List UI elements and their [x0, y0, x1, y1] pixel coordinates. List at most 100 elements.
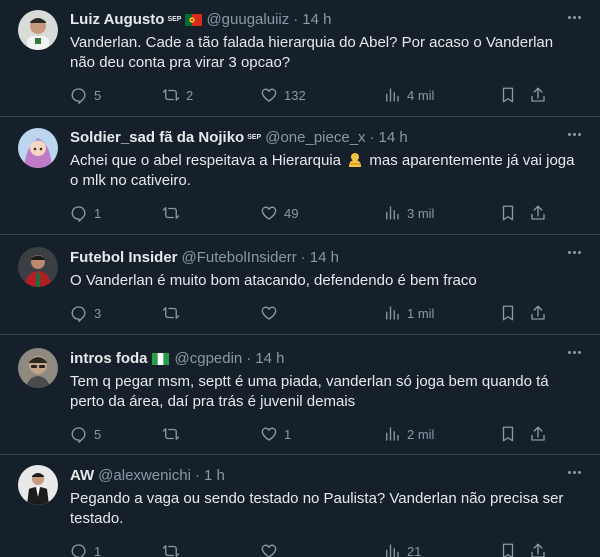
tweet[interactable]: Soldier_sad fã da Nojiko SEP @one_piece_…	[0, 117, 600, 235]
like-count: 132	[284, 87, 306, 103]
more-icon[interactable]	[564, 345, 584, 359]
bookmark-button[interactable]	[499, 425, 529, 443]
more-icon[interactable]	[564, 465, 584, 479]
views-button[interactable]: 21	[383, 542, 499, 557]
retweet-button[interactable]	[162, 204, 260, 222]
views-button[interactable]: 2 mil	[383, 425, 499, 443]
tweet-text: Achei que o abel respeitava a Hierarquia…	[70, 151, 585, 191]
separator: ·	[300, 248, 306, 266]
views-icon	[386, 427, 399, 441]
reply-icon	[71, 544, 86, 557]
timestamp[interactable]: 14 h	[310, 249, 339, 266]
bookmark-button[interactable]	[499, 304, 529, 322]
views-button[interactable]: 4 mil	[383, 86, 499, 104]
tweet-header: Futebol Insider @FutebolInsiderr · 14 h	[70, 247, 584, 267]
avatar[interactable]	[18, 10, 58, 50]
timestamp[interactable]: 14 h	[379, 129, 408, 146]
heart-icon	[261, 88, 277, 102]
bookmark-icon	[502, 205, 514, 221]
reply-button[interactable]: 1	[70, 204, 162, 222]
share-button[interactable]	[529, 304, 549, 322]
retweet-icon	[162, 428, 180, 440]
reply-icon	[71, 306, 86, 322]
like-button[interactable]	[260, 304, 383, 322]
like-count: 1	[284, 426, 292, 442]
views-icon	[386, 88, 399, 102]
like-button[interactable]: 132	[260, 86, 383, 104]
timestamp[interactable]: 14 h	[302, 11, 331, 28]
handle[interactable]: @FutebolInsiderr	[182, 249, 297, 266]
handle[interactable]: @alexwenichi	[98, 467, 191, 484]
heart-icon	[261, 206, 277, 220]
timestamp[interactable]: 1 h	[204, 467, 225, 484]
bookmark-button[interactable]	[499, 86, 529, 104]
display-name[interactable]: Soldier_sad fã da Nojiko	[70, 129, 244, 146]
share-button[interactable]	[529, 542, 549, 557]
tweet[interactable]: Futebol Insider @FutebolInsiderr · 14 h …	[0, 235, 600, 335]
tweet-text: Vanderlan. Cade a tão falada hierarquia …	[70, 34, 554, 71]
share-button[interactable]	[529, 204, 549, 222]
avatar[interactable]	[18, 465, 58, 505]
share-icon	[531, 543, 545, 557]
reply-count: 5	[94, 426, 102, 442]
reply-button[interactable]: 3	[70, 304, 162, 322]
reply-button[interactable]: 5	[70, 425, 162, 443]
tweet-text-part: Achei que o abel respeitava a Hierarquia	[70, 152, 342, 169]
avatar[interactable]	[18, 247, 58, 287]
display-name[interactable]: Futebol Insider	[70, 249, 178, 266]
tweet-header: intros foda @cgpedin · 14 h	[70, 348, 584, 368]
tweet-text: O Vanderlan é muito bom atacando, defend…	[70, 272, 477, 289]
view-count: 21	[407, 543, 422, 557]
more-icon[interactable]	[564, 10, 584, 24]
reply-icon	[71, 427, 86, 443]
like-button[interactable]: 49	[260, 204, 383, 222]
display-name[interactable]: Luiz Augusto	[70, 11, 164, 28]
separator: ·	[194, 466, 200, 484]
name-suffix: SEP	[247, 133, 262, 141]
display-name[interactable]: intros foda	[70, 350, 148, 367]
more-icon[interactable]	[564, 127, 584, 141]
handle[interactable]: @cgpedin	[175, 350, 243, 367]
separator: ·	[246, 349, 252, 367]
share-icon	[531, 426, 545, 441]
retweet-button[interactable]	[162, 542, 260, 557]
action-bar: 3 1 mil	[70, 303, 584, 323]
views-button[interactable]: 1 mil	[383, 304, 499, 322]
view-count: 4 mil	[407, 87, 435, 103]
avatar[interactable]	[18, 128, 58, 168]
retweet-icon	[162, 307, 180, 319]
reply-count: 3	[94, 305, 102, 321]
retweet-button[interactable]	[162, 425, 260, 443]
tweet[interactable]: Luiz Augusto SEP @guugaluiiz · 14 h Vand…	[0, 0, 600, 117]
bookmark-button[interactable]	[499, 542, 529, 557]
retweet-button[interactable]	[162, 304, 260, 322]
views-icon	[386, 544, 399, 557]
reply-count: 1	[94, 543, 102, 557]
tweet[interactable]: intros foda @cgpedin · 14 h Tem q pegar …	[0, 335, 600, 455]
reply-count: 1	[94, 205, 102, 221]
portugal-flag-icon	[185, 13, 203, 26]
handle[interactable]: @one_piece_x	[265, 129, 365, 146]
tweet-header: Soldier_sad fã da Nojiko SEP @one_piece_…	[70, 127, 584, 147]
like-button[interactable]	[260, 542, 383, 557]
retweet-button[interactable]: 2	[162, 86, 260, 104]
views-button[interactable]: 3 mil	[383, 204, 499, 222]
more-icon[interactable]	[564, 245, 584, 259]
reply-button[interactable]: 5	[70, 86, 162, 104]
separator: ·	[369, 128, 375, 146]
display-name[interactable]: AW	[70, 467, 94, 484]
tweet-header: Luiz Augusto SEP @guugaluiiz · 14 h	[70, 9, 584, 29]
reply-button[interactable]: 1	[70, 542, 162, 557]
handle[interactable]: @guugaluiiz	[206, 11, 289, 28]
heart-icon	[261, 306, 277, 320]
bookmark-button[interactable]	[499, 204, 529, 222]
views-icon	[386, 206, 399, 220]
like-button[interactable]: 1	[260, 425, 383, 443]
share-button[interactable]	[529, 86, 549, 104]
view-count: 2 mil	[407, 426, 435, 442]
share-button[interactable]	[529, 425, 549, 443]
avatar[interactable]	[18, 348, 58, 388]
timestamp[interactable]: 14 h	[255, 350, 284, 367]
bookmark-icon	[502, 87, 514, 103]
tweet[interactable]: AW @alexwenichi · 1 h Pegando a vaga ou …	[0, 455, 600, 557]
